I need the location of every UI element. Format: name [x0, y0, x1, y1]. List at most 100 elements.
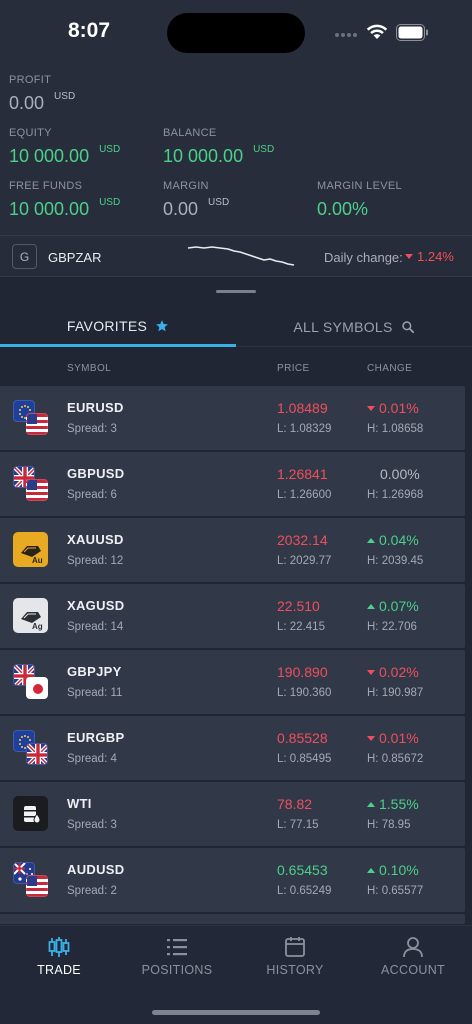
row-symbol: EURGBP	[67, 730, 125, 745]
row-low: L: 1.26600	[277, 489, 332, 501]
row-change-value: 1.55%	[379, 796, 419, 812]
row-change: 0.01%	[367, 400, 419, 416]
up-arrow-icon	[367, 537, 375, 543]
tab-all-symbols-label: ALL SYMBOLS	[293, 318, 393, 335]
row-change: 0.07%	[367, 598, 419, 614]
candlestick-chart-icon	[48, 937, 70, 957]
row-low: L: 2029.77	[277, 555, 332, 567]
row-low: L: 1.08329	[277, 423, 332, 435]
equity-value: 10 000.00	[9, 146, 90, 166]
equity-currency: USD	[99, 144, 121, 155]
column-header-change: CHANGE	[367, 363, 413, 374]
table-row[interactable]: EURGBP Spread: 4 0.85528 L: 0.85495 0.01…	[0, 716, 465, 780]
margin-level-label: MARGIN LEVEL	[317, 180, 402, 192]
row-high: H: 2039.45	[367, 555, 424, 567]
row-change: 0.10%	[367, 862, 419, 878]
row-symbol: WTI	[67, 796, 92, 811]
cellular-signal-icon	[335, 33, 357, 37]
account-summary: PROFIT 0.00 USD EQUITY 10 000.00 USD BAL…	[0, 66, 472, 232]
table-row-partial	[0, 914, 465, 924]
column-header-price: PRICE	[277, 363, 310, 374]
down-arrow-icon	[367, 735, 375, 741]
balance-stat: BALANCE 10 000.00 USD	[163, 127, 274, 167]
daily-change-label: Daily change:	[324, 250, 403, 265]
table-header: SYMBOL PRICE CHANGE	[0, 349, 472, 385]
down-arrow-icon	[367, 669, 375, 675]
row-low: L: 0.65249	[277, 885, 332, 897]
dynamic-island	[167, 13, 305, 53]
table-row[interactable]: Ag XAGUSD Spread: 14 22.510 L: 22.415 0.…	[0, 584, 465, 648]
home-indicator[interactable]	[152, 1010, 320, 1015]
row-spread: Spread: 2	[67, 885, 117, 897]
symbol-list: EURUSD Spread: 3 1.08489 L: 1.08329 0.01…	[0, 386, 465, 926]
up-arrow-icon	[367, 603, 375, 609]
table-row[interactable]: AUDUSD Spread: 2 0.65453 L: 0.65249 0.10…	[0, 848, 465, 912]
nav-history[interactable]: HISTORY	[236, 936, 354, 984]
silver-symbol-text: Ag	[32, 622, 43, 631]
wifi-icon	[366, 24, 388, 39]
gb-jp-flags-icon	[13, 664, 51, 702]
margin-level-value: 0.00%	[317, 199, 369, 219]
gold-symbol-text: Au	[32, 556, 43, 565]
tab-all-symbols[interactable]: ALL SYMBOLS	[236, 307, 472, 347]
row-price: 22.510	[277, 598, 320, 614]
row-spread: Spread: 3	[67, 819, 117, 831]
row-change: 1.55%	[367, 796, 419, 812]
row-price: 190.890	[277, 664, 328, 680]
row-symbol: GBPUSD	[67, 466, 125, 481]
margin-level-stat: MARGIN LEVEL 0.00%	[317, 180, 402, 220]
row-symbol: AUDUSD	[67, 862, 125, 877]
margin-currency: USD	[208, 197, 230, 208]
silver-bar-icon: Ag	[13, 598, 51, 636]
free-funds-label: FREE FUNDS	[9, 180, 83, 192]
row-spread: Spread: 6	[67, 489, 117, 501]
table-row[interactable]: WTI Spread: 3 78.82 L: 77.15 1.55% H: 78…	[0, 782, 465, 846]
eu-us-flags-icon	[13, 400, 51, 438]
table-row[interactable]: EURUSD Spread: 3 1.08489 L: 1.08329 0.01…	[0, 386, 465, 450]
row-change-value: 0.02%	[379, 664, 419, 680]
nav-positions[interactable]: POSITIONS	[118, 936, 236, 984]
row-high: H: 22.706	[367, 621, 417, 633]
ticker-symbol: GBPZAR	[48, 250, 102, 265]
gb-us-flags-icon	[13, 466, 51, 504]
free-funds-value: 10 000.00	[9, 199, 90, 219]
balance-value: 10 000.00	[163, 146, 244, 166]
row-change-value: 0.10%	[379, 862, 419, 878]
margin-label: MARGIN	[163, 180, 209, 192]
profit-label: PROFIT	[9, 74, 52, 86]
symbol-tabs: FAVORITES ALL SYMBOLS	[0, 307, 472, 347]
table-row[interactable]: GBPUSD Spread: 6 1.26841 L: 1.26600 0.00…	[0, 452, 465, 516]
row-low: L: 77.15	[277, 819, 319, 831]
drag-handle[interactable]	[216, 290, 256, 293]
nav-positions-label: POSITIONS	[141, 963, 213, 977]
row-change-value: 0.07%	[379, 598, 419, 614]
down-arrow-icon	[405, 254, 413, 259]
nav-account[interactable]: ACCOUNT	[354, 936, 472, 984]
tab-favorites[interactable]: FAVORITES	[0, 307, 236, 347]
row-change: 0.04%	[367, 532, 419, 548]
battery-icon	[396, 24, 428, 41]
selected-symbol-ticker[interactable]: G GBPZAR Daily change: 1.24%	[0, 235, 472, 277]
row-change-value: 0.01%	[379, 730, 419, 746]
daily-change-value: 1.24%	[405, 249, 454, 264]
row-spread: Spread: 4	[67, 753, 117, 765]
table-row[interactable]: Au XAUUSD Spread: 12 2032.14 L: 2029.77 …	[0, 518, 465, 582]
equity-stat: EQUITY 10 000.00 USD	[9, 127, 120, 167]
oil-barrel-icon	[13, 796, 51, 834]
tab-favorites-label: FAVORITES	[66, 317, 148, 334]
profit-stat: PROFIT 0.00 USD	[9, 74, 75, 114]
row-high: H: 190.987	[367, 687, 424, 699]
eu-gb-flags-icon	[13, 730, 51, 768]
row-symbol: XAGUSD	[67, 598, 125, 613]
row-change: 0.00%	[367, 466, 420, 482]
symbols-panel: FAVORITES ALL SYMBOLS SYMBOL PRICE CHANG…	[0, 277, 472, 925]
table-row[interactable]: GBPJPY Spread: 11 190.890 L: 190.360 0.0…	[0, 650, 465, 714]
row-spread: Spread: 14	[67, 621, 124, 633]
row-high: H: 0.85672	[367, 753, 424, 765]
balance-label: BALANCE	[163, 127, 217, 139]
nav-trade[interactable]: TRADE	[0, 936, 118, 984]
row-low: L: 0.85495	[277, 753, 332, 765]
status-time: 8:07	[68, 19, 111, 42]
balance-currency: USD	[253, 144, 275, 155]
free-funds-stat: FREE FUNDS 10 000.00 USD	[9, 180, 120, 220]
